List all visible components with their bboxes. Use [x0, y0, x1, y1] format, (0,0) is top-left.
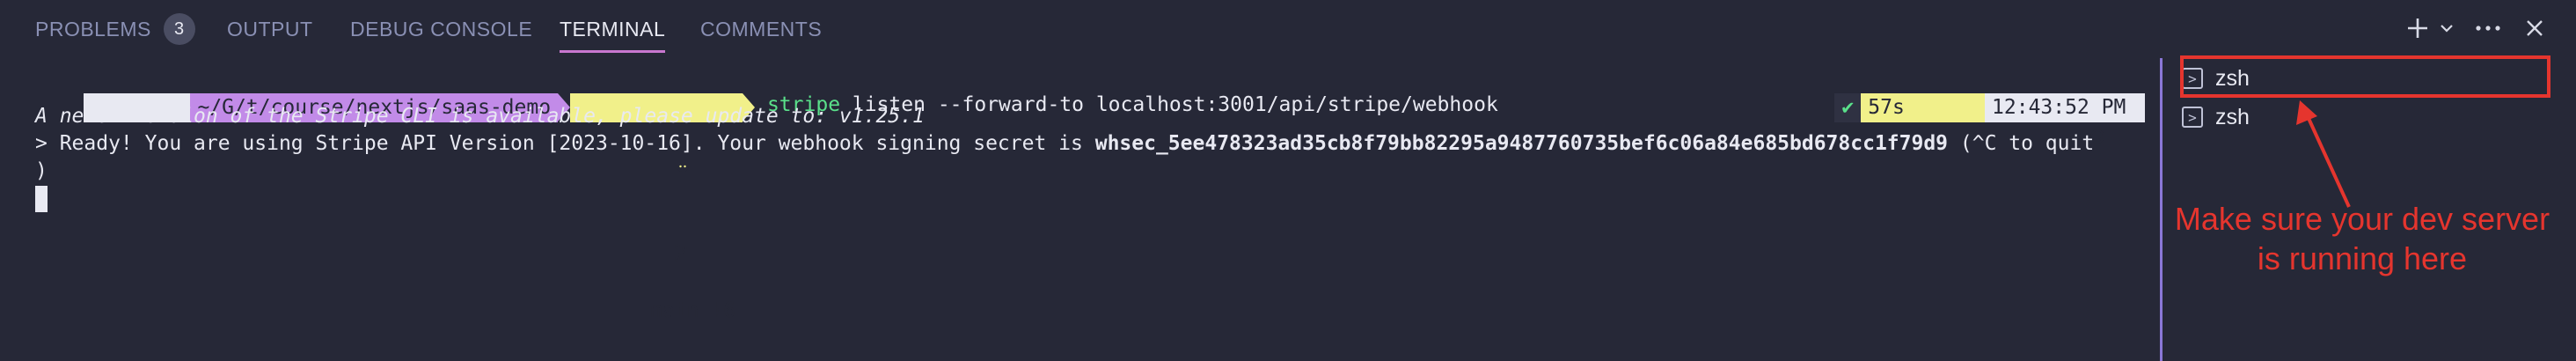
tab-debug-console[interactable]: DEBUG CONSOLE: [350, 0, 532, 58]
tab-debug-console-label: DEBUG CONSOLE: [350, 17, 533, 41]
panel-tab-bar: PROBLEMS 3 OUTPUT DEBUG CONSOLE TERMINAL…: [0, 0, 2576, 58]
tab-terminal[interactable]: TERMINAL: [560, 0, 666, 58]
tab-problems[interactable]: PROBLEMS 3: [35, 0, 195, 58]
tab-terminal-label: TERMINAL: [560, 17, 666, 41]
terminal-cursor: [35, 186, 48, 212]
exit-status: ✔: [1834, 93, 1862, 122]
tab-problems-label: PROBLEMS: [35, 17, 151, 41]
tab-comments-label: COMMENTS: [700, 17, 823, 41]
annotation-arrow: [2296, 100, 2351, 208]
current-time: 12:43:52 PM: [1992, 96, 2126, 119]
chevron-down-icon[interactable]: [2435, 11, 2458, 46]
ready-text: > Ready! You are using Stripe API Versio…: [35, 132, 1095, 155]
annotation-highlight-box: [2180, 55, 2550, 98]
ellipsis-icon[interactable]: [2472, 11, 2504, 46]
command-duration-segment: 57s: [1861, 93, 1986, 145]
clock-segment: 12:43:52 PM: [1985, 93, 2146, 144]
prompt-branch: main !6: [650, 299, 736, 322]
panel-divider[interactable]: [2160, 58, 2163, 361]
plus-icon[interactable]: [2402, 11, 2433, 46]
terminal-icon: >: [2182, 107, 2203, 128]
tab-output-label: OUTPUT: [227, 17, 313, 41]
active-tab-indicator: [560, 50, 666, 53]
command-duration: 57s: [1868, 96, 1905, 119]
terminal-list-item[interactable]: > zsh: [2182, 99, 2551, 135]
close-icon[interactable]: [2521, 11, 2548, 46]
webhook-secret[interactable]: whsec_5ee478323ad35cb8f79bb82295a9487760…: [1095, 132, 1948, 155]
problems-count-badge: 3: [163, 13, 195, 45]
tab-output[interactable]: OUTPUT: [227, 0, 313, 58]
update-notice: A newer version of the Stripe CLI is ava…: [35, 105, 925, 128]
branch-icon: [577, 241, 687, 293]
wrap-line: ): [35, 159, 48, 182]
terminal-output-area[interactable]: ~/G/t/course/nextjs/saas-demo main !6 st…: [0, 58, 2160, 361]
terminal-list-item-label: zsh: [2215, 104, 2250, 129]
quit-hint: (^C to quit: [1948, 132, 2095, 155]
tab-comments[interactable]: COMMENTS: [700, 0, 822, 58]
github-icon: [577, 154, 691, 206]
command-args: listen --forward-to localhost:3001/api/s…: [840, 93, 1498, 116]
annotation-text: Make sure your dev server is running her…: [2174, 201, 2550, 276]
ready-line: > Ready! You are using Stripe API Versio…: [35, 129, 2094, 158]
